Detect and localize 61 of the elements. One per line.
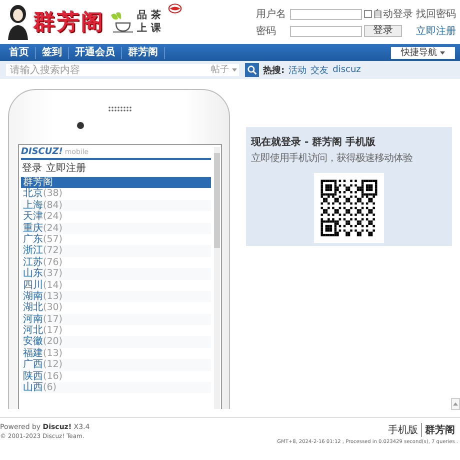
nav-item[interactable]: 开通会员 (69, 46, 122, 58)
nav-item[interactable]: 签到 (36, 46, 69, 58)
search-button[interactable] (245, 63, 259, 77)
login-button[interactable]: 登录 (364, 25, 402, 37)
username-field[interactable] (290, 8, 362, 20)
panel-title: 现在就登录 - 群芳阁 手机版 (251, 136, 377, 149)
panel-subtitle: 立即使用手机访问，获得极速移动体验 (251, 152, 414, 165)
nav-item[interactable]: 首页 (3, 46, 36, 58)
forum-row[interactable]: 湖南(13) (21, 290, 211, 302)
forum-row[interactable]: 广东(57) (21, 234, 211, 246)
scroll-top-button[interactable] (451, 398, 460, 410)
mobile-link[interactable]: 立即注册 (46, 160, 86, 174)
speaker-icon (108, 106, 132, 112)
forum-row[interactable]: 天津(24) (21, 211, 211, 223)
forum-row[interactable]: 北京(38) (21, 188, 211, 200)
auto-login-checkbox[interactable] (364, 10, 372, 18)
nav-item[interactable]: 群芳阁 (122, 46, 165, 58)
forum-row[interactable]: 湖北(30) (21, 302, 211, 314)
woman-silhouette-icon (6, 4, 30, 40)
logo-title: 群芳阁 (33, 8, 105, 37)
forum-row[interactable]: 山东(37) (21, 268, 211, 280)
brand-logo: DISCUZ! (21, 147, 63, 158)
forum-row[interactable]: 河南(17) (21, 314, 211, 326)
search-field[interactable]: 请输入搜索内容 (6, 64, 209, 76)
forgot-password-link[interactable]: 找回密码 (416, 7, 458, 21)
tea-cup-icon (108, 11, 134, 33)
forum-row[interactable]: 群芳阁 (21, 177, 211, 188)
caret-up-icon (453, 402, 458, 406)
qr-code (314, 173, 384, 243)
footer-link[interactable]: 手机版 (385, 423, 421, 437)
forum-row[interactable]: 广西(12) (21, 359, 211, 371)
forum-row[interactable]: 河北(17) (21, 325, 211, 336)
auto-login-label: 自动登录 (373, 8, 413, 21)
camera-icon (77, 122, 84, 129)
forum-row[interactable]: 上海(84) (21, 200, 211, 212)
username-label: 用户名 (256, 8, 287, 21)
search-icon (247, 65, 257, 75)
hot-search-label: 热搜: (263, 64, 285, 76)
forum-row[interactable]: 山西(6) (21, 382, 211, 394)
forum-row[interactable]: 江苏(76) (21, 256, 211, 268)
forum-row[interactable]: 重庆(24) (21, 222, 211, 234)
mobile-link[interactable]: 登录 (22, 160, 42, 174)
scrollbar[interactable] (214, 147, 220, 409)
forum-row[interactable]: 四川(14) (21, 280, 211, 291)
forum-row[interactable]: 福建(13) (21, 348, 211, 360)
hot-search-link[interactable]: discuz (332, 65, 361, 75)
footer-link[interactable]: 群芳阁 (421, 423, 458, 437)
logo-tagline: 品茶 (137, 9, 165, 22)
forum-row[interactable]: 陕西(16) (21, 370, 211, 382)
forum-row[interactable]: 浙江(72) (21, 245, 211, 257)
caret-icon (232, 68, 237, 72)
hot-search-link[interactable]: 交友 (310, 64, 329, 76)
caret-icon (440, 50, 445, 54)
search-scope-dropdown[interactable]: 帖子 (209, 64, 239, 76)
hot-search-link[interactable]: 活动 (288, 64, 307, 76)
password-label: 密码 (256, 24, 277, 38)
register-link[interactable]: 立即注册 (416, 24, 458, 38)
quick-nav-button[interactable]: 快捷导航 (391, 46, 455, 58)
logo-tagline: 上课 (137, 22, 165, 35)
forum-row[interactable]: 安徽(20) (21, 336, 211, 348)
password-field[interactable] (290, 26, 362, 36)
